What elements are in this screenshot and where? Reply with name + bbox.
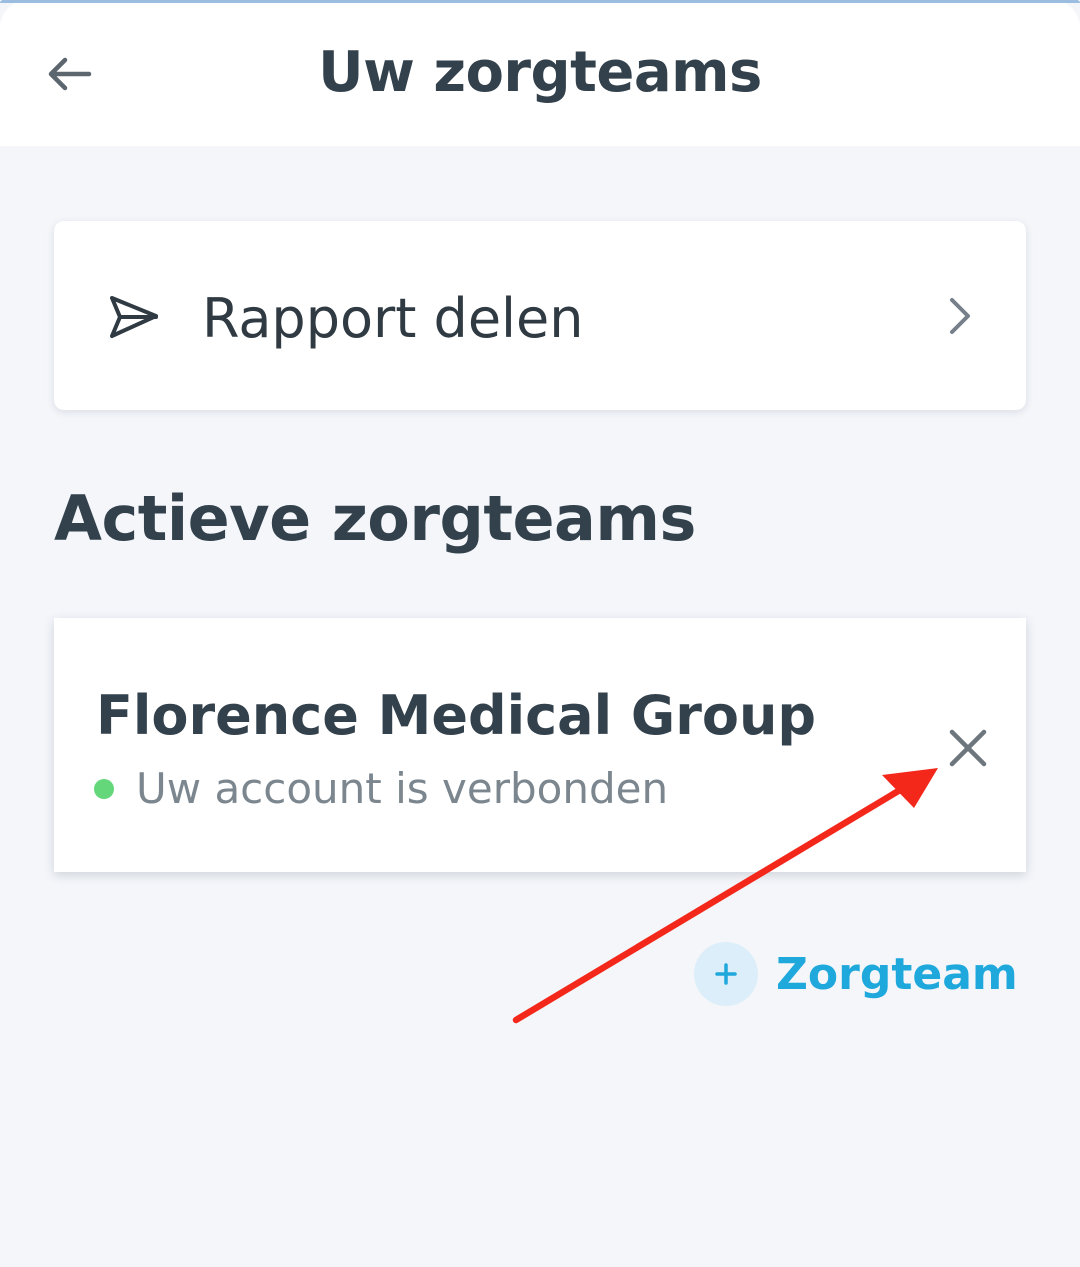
add-team-button[interactable]: Zorgteam (694, 942, 1018, 1006)
add-team-label: Zorgteam (776, 948, 1018, 1000)
status-text: Uw account is verbonden (136, 764, 669, 813)
plus-circle (694, 942, 758, 1006)
share-report-label: Rapport delen (202, 287, 584, 350)
chevron-right-icon (950, 298, 970, 334)
page-title: Uw zorgteams (318, 40, 762, 105)
plus-icon (715, 963, 737, 985)
send-icon (110, 296, 158, 338)
section-heading: Actieve zorgteams (54, 482, 696, 555)
remove-team-button[interactable] (940, 720, 996, 776)
app-screen: Uw zorgteams Rapport delen Actieve zorgt… (0, 0, 1080, 1267)
status-indicator (94, 779, 114, 799)
team-name: Florence Medical Group (96, 684, 817, 747)
window-top-border (0, 0, 1080, 3)
close-icon (949, 729, 987, 767)
